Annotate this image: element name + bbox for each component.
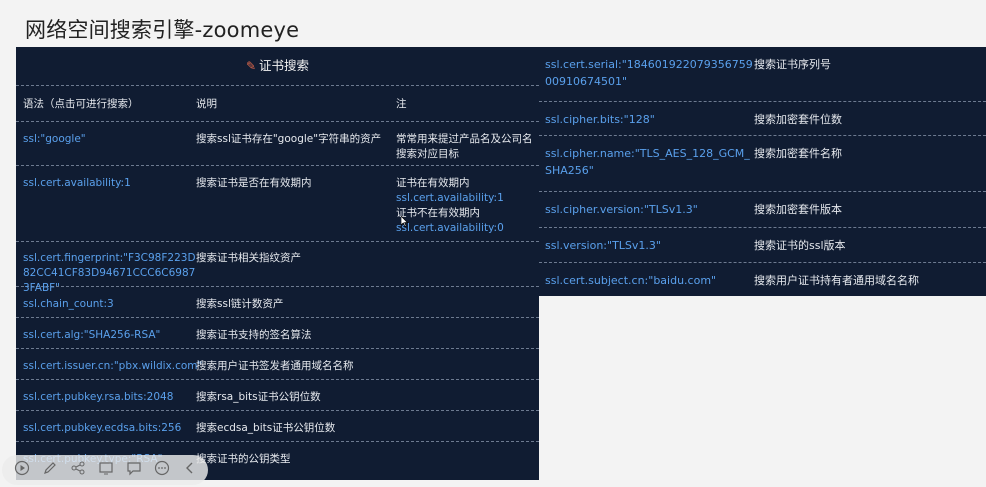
play-icon[interactable] [12,460,32,480]
table-row: ssl:"google" 搜索ssl证书存在"google"字符串的资产 常常用… [16,122,539,166]
syntax-link[interactable]: ssl.cert.subject.cn:"baidu.com" [539,263,754,296]
row-description: 搜索ecdsa_bits证书公钥位数 [196,422,336,434]
row-note [396,442,539,473]
column-header-syntax: 语法（点击可进行搜索） [23,98,139,110]
note-text: 证书不在有效期内 [396,207,480,219]
syntax-link[interactable]: ssl.cipher.name:"TLS_AES_128_GCM_SHA256" [539,136,754,191]
syntax-link[interactable]: ssl.cipher.bits:"128" [539,102,754,135]
row-description: 搜索ssl证书存在"google"字符串的资产 [196,133,382,145]
row-note: 证书在有效期内 ssl.cert.availability:1 证书不在有效期内… [396,166,539,241]
table-row: ssl.cert.pubkey.rsa.bits:2048 搜索rsa_bits… [16,380,539,411]
note-syntax-link[interactable]: ssl.cert.availability:0 [396,221,535,236]
syntax-link[interactable]: ssl.cert.availability:1 [16,166,196,241]
row-description: 搜索证书支持的签名算法 [196,329,312,341]
collapse-icon[interactable] [180,460,200,480]
table-row: ssl.cipher.name:"TLS_AES_128_GCM_SHA256"… [539,136,986,192]
page-title: 网络空间搜索引擎-zoomeye [25,18,300,42]
share-icon[interactable] [68,460,88,480]
row-note [396,380,539,410]
row-description: 搜索证书是否在有效期内 [196,177,312,189]
table-row: ssl.cert.pubkey.ecdsa.bits:256 搜索ecdsa_b… [16,411,539,442]
table-row: ssl.cert.subject.cn:"baidu.com" 搜索用户证书持有… [539,263,986,296]
table-row: ssl.chain_count:3 搜索ssl链计数资产 [16,287,539,318]
row-note: 常常用来提过产品名及公司名搜索对应目标 [396,133,533,160]
row-description: 搜索rsa_bits证书公钥位数 [196,391,321,403]
table-header-row: 语法（点击可进行搜索） 说明 注 [16,86,539,122]
mouse-cursor-icon [401,216,409,227]
pen-icon[interactable] [40,460,60,480]
syntax-link[interactable]: ssl.cipher.version:"TLSv1.3" [539,192,754,227]
row-description: 搜索证书相关指纹资产 [196,252,301,264]
syntax-link[interactable]: ssl.version:"TLSv1.3" [539,228,754,262]
row-note [396,411,539,441]
syntax-link[interactable]: ssl.cert.pubkey.ecdsa.bits:256 [16,411,196,441]
table-row: ssl.version:"TLSv1.3" 搜索证书的ssl版本 [539,228,986,263]
table-row: ssl.cert.availability:1 搜索证书是否在有效期内 证书在有… [16,166,539,242]
row-description: 搜索证书的公钥类型 [196,453,291,465]
syntax-link[interactable]: ssl.cert.fingerprint:"F3C98F223D82CC41CF… [16,242,196,294]
row-description: 搜索用户证书签发者通用域名名称 [196,360,354,372]
syntax-link[interactable]: ssl.cert.pubkey.rsa.bits:2048 [16,380,196,410]
row-description: 搜索证书的ssl版本 [754,239,846,252]
column-header-description: 说明 [196,98,217,110]
row-note [396,242,539,286]
syntax-link[interactable]: ssl.cert.alg:"SHA256-RSA" [16,318,196,348]
row-description: 搜索加密套件版本 [754,203,842,216]
presentation-toolbar [2,455,208,485]
column-header-note: 注 [396,98,407,110]
comment-icon[interactable] [124,460,144,480]
syntax-link[interactable]: ssl.cert.issuer.cn:"pbx.wildix.com" [16,349,202,379]
note-syntax-link[interactable]: ssl.cert.availability:1 [396,191,535,206]
table-row: ssl.cipher.version:"TLSv1.3" 搜索加密套件版本 [539,192,986,228]
row-note [396,318,539,348]
row-description: 搜索用户证书持有者通用域名名称 [754,274,919,287]
row-description: 搜索加密套件名称 [754,147,842,160]
syntax-link[interactable]: ssl:"google" [16,122,196,165]
row-description: 搜索ssl链计数资产 [196,298,284,310]
table-heading-label: 证书搜索 [259,58,310,73]
row-description: 搜索加密套件位数 [754,113,842,126]
table-heading: ✎ 证书搜索 [16,47,539,86]
table-row: ssl.cert.alg:"SHA256-RSA" 搜索证书支持的签名算法 [16,318,539,349]
table-row: ssl.cert.fingerprint:"F3C98F223D82CC41CF… [16,242,539,294]
table-row: ssl.cipher.bits:"128" 搜索加密套件位数 [539,102,986,136]
row-note [396,349,539,379]
syntax-link[interactable]: ssl.cert.serial:"18460192207935675900910… [539,47,754,101]
feather-icon: ✎ [245,59,257,73]
row-note [396,287,539,317]
certificate-search-table-continued: ssl.cert.serial:"18460192207935675900910… [539,47,986,296]
row-description: 搜索证书序列号 [754,58,831,71]
screen-icon[interactable] [96,460,116,480]
more-icon[interactable] [152,460,172,480]
note-text: 证书在有效期内 [396,177,470,189]
certificate-search-table: ✎ 证书搜索 语法（点击可进行搜索） 说明 注 ssl:"google" 搜索ss… [16,47,539,480]
table-row: ssl.cert.issuer.cn:"pbx.wildix.com" 搜索用户… [16,349,539,380]
syntax-link[interactable]: ssl.chain_count:3 [16,287,196,317]
table-row: ssl.cert.serial:"18460192207935675900910… [539,47,986,102]
